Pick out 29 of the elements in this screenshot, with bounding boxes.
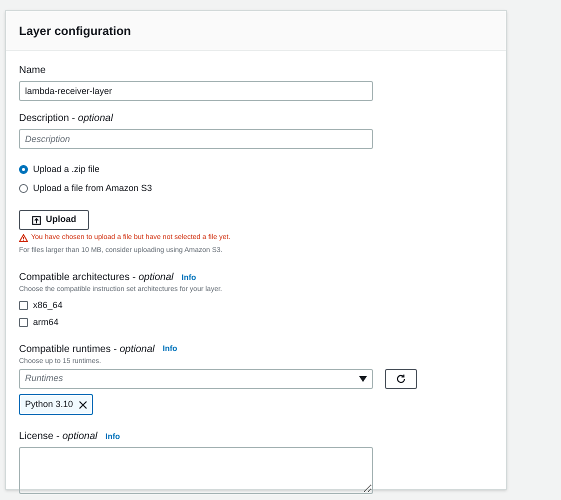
- description-field[interactable]: Description: [19, 129, 373, 149]
- field-label: Compatible architectures - optional: [19, 271, 174, 285]
- field-label: Compatible runtimes - optional: [19, 342, 155, 356]
- radio-label: Upload a file from Amazon S3: [33, 182, 152, 195]
- radio-button[interactable]: [19, 165, 28, 174]
- runtimes-select[interactable]: Runtimes: [19, 369, 373, 389]
- refresh-icon: [396, 374, 406, 384]
- checkbox-label: arm64: [33, 316, 59, 329]
- refresh-button[interactable]: [385, 369, 417, 389]
- checkbox[interactable]: [19, 318, 28, 328]
- checkbox-label: x86_64: [33, 298, 63, 312]
- close-icon[interactable]: [79, 400, 88, 408]
- radio-label: Upload a .zip file: [33, 163, 100, 176]
- license-field[interactable]: [19, 447, 373, 494]
- info-link[interactable]: Info: [182, 272, 196, 284]
- name-field[interactable]: lambda-receiver-layer: [19, 81, 373, 101]
- info-link[interactable]: Info: [162, 343, 178, 355]
- info-link[interactable]: Info: [105, 430, 120, 442]
- field-label: Name: [19, 64, 46, 78]
- field-label: License - optional: [19, 430, 98, 444]
- upload-icon: [32, 216, 41, 224]
- panel-title: Layer configuration: [19, 22, 132, 40]
- caret-icon: [359, 376, 367, 382]
- runtime-token: Python 3.10: [19, 394, 94, 415]
- warning-icon: [19, 234, 28, 242]
- radio-button[interactable]: [19, 184, 28, 193]
- upload-button[interactable]: Upload: [19, 210, 89, 230]
- field-label: Description - optional: [19, 112, 113, 126]
- checkbox[interactable]: [19, 300, 28, 310]
